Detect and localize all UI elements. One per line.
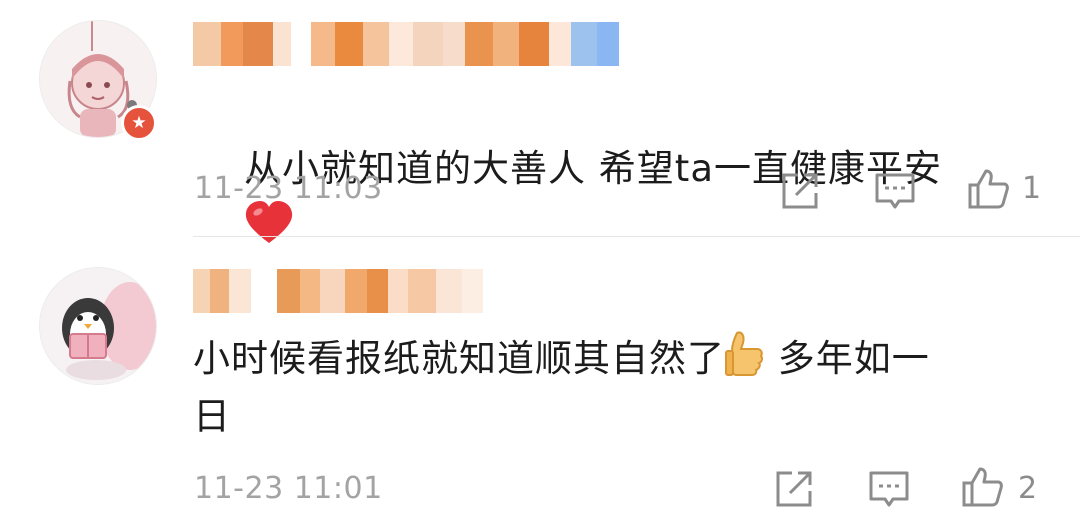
comment-text: 小时候看报纸就知道顺其自然了 多年如一 日 <box>193 329 1053 446</box>
username-blurred <box>193 269 483 313</box>
share-icon[interactable] <box>778 169 822 213</box>
like-count: 1 <box>1022 171 1042 206</box>
avatar[interactable] <box>39 267 157 385</box>
comment-timestamp: 11-23 11:01 <box>194 471 383 506</box>
comment-item: ★ 从小就知道的大善人 希望ta一直健康平安 11-23 11:03 1 <box>0 0 1080 243</box>
like-count: 2 <box>1018 471 1038 506</box>
vip-badge-icon: ★ <box>121 105 157 141</box>
like-icon[interactable] <box>966 167 1010 211</box>
like-icon[interactable] <box>960 465 1004 509</box>
penguin-reading-avatar-icon <box>40 268 156 384</box>
comment-item: 小时候看报纸就知道顺其自然了 多年如一 日 11-23 11:01 2 <box>0 237 1080 524</box>
share-icon[interactable] <box>772 467 816 511</box>
comment-text-part: 小时候看报纸就知道顺其自然了 <box>193 337 725 380</box>
comment-icon[interactable] <box>873 169 917 213</box>
username-blurred <box>193 22 649 66</box>
comment-timestamp: 11-23 11:03 <box>194 171 383 206</box>
thumbs-up-emoji <box>725 331 764 376</box>
comment-icon[interactable] <box>867 467 911 511</box>
